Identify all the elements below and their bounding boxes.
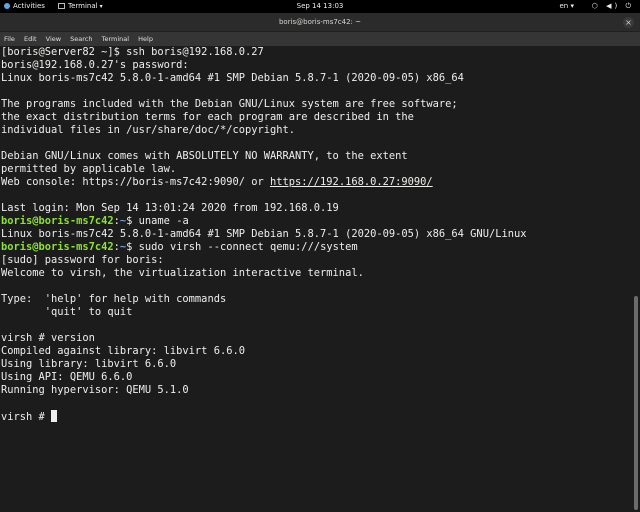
terminal-line: Running hypervisor: QEMU 5.1.0 — [1, 384, 632, 397]
terminal-line: virsh # — [1, 410, 632, 423]
scrollbar-thumb[interactable] — [634, 296, 638, 510]
keyboard-layout-indicator[interactable]: en ▾ — [560, 0, 575, 13]
web-console-link[interactable]: https://192.168.0.27:9090/ — [270, 176, 433, 188]
terminal-line: [boris@Server82 ~]$ ssh boris@192.168.0.… — [1, 46, 632, 59]
output-text: virsh # — [1, 411, 52, 423]
terminal-line: Compiled against library: libvirt 6.6.0 — [1, 345, 632, 358]
output-text: [boris@Server82 ~]$ ssh boris@192.168.0.… — [1, 46, 264, 58]
menu-bar: File Edit View Search Terminal Help — [0, 32, 640, 46]
terminal-line: [sudo] password for boris: — [1, 254, 632, 267]
terminal-line: the exact distribution terms for each pr… — [1, 111, 632, 124]
terminal-line: The programs included with the Debian GN… — [1, 98, 632, 111]
close-icon[interactable]: × — [623, 17, 634, 28]
output-text: Welcome to virsh, the virtualization int… — [1, 267, 364, 279]
terminal-line: individual files in /usr/share/doc/*/cop… — [1, 124, 632, 137]
output-text: Running hypervisor: QEMU 5.1.0 — [1, 384, 189, 396]
output-text: boris@192.168.0.27's password: — [1, 59, 189, 71]
terminal-scrollbar[interactable] — [632, 46, 640, 512]
output-text: [sudo] password for boris: — [1, 254, 164, 266]
output-text: The programs included with the Debian GN… — [1, 98, 458, 110]
output-text: individual files in /usr/share/doc/*/cop… — [1, 124, 296, 136]
terminal-line: Linux boris-ms7c42 5.8.0-1-amd64 #1 SMP … — [1, 72, 632, 85]
prompt-user-host: boris@boris-ms7c42 — [1, 241, 114, 253]
chevron-down-icon: ▾ — [570, 2, 574, 10]
menu-search[interactable]: Search — [70, 35, 92, 43]
window-title: boris@boris-ms7c42: ~ — [278, 18, 362, 26]
terminal-line: Using API: QEMU 6.6.0 — [1, 371, 632, 384]
terminal-line: permitted by applicable law. — [1, 163, 632, 176]
output-text: 'quit' to quit — [1, 306, 133, 318]
output-text: Last login: Mon Sep 14 13:01:24 2020 fro… — [1, 202, 339, 214]
output-text: Using library: libvirt 6.6.0 — [1, 358, 177, 370]
terminal-line: Debian GNU/Linux comes with ABSOLUTELY N… — [1, 150, 632, 163]
command-text: uname -a — [132, 215, 189, 227]
terminal-output[interactable]: [boris@Server82 ~]$ ssh boris@192.168.0.… — [0, 46, 632, 512]
output-text: Using API: QEMU 6.6.0 — [1, 371, 133, 383]
terminal-line: 'quit' to quit — [1, 306, 632, 319]
output-text: the exact distribution terms for each pr… — [1, 111, 414, 123]
menu-terminal[interactable]: Terminal — [102, 35, 129, 43]
clock[interactable]: Sep 14 13:03 — [0, 0, 640, 13]
text-cursor — [51, 410, 58, 422]
lang-label: en — [559, 2, 569, 10]
terminal-line: Using library: libvirt 6.6.0 — [1, 358, 632, 371]
command-text: sudo virsh --connect qemu:///system — [132, 241, 358, 253]
output-text: permitted by applicable law. — [1, 163, 177, 175]
terminal-line: Welcome to virsh, the virtualization int… — [1, 267, 632, 280]
gnome-top-bar: Activities Terminal ▾ Sep 14 13:03 en ▾ ⬡… — [0, 0, 640, 13]
terminal-line: Type: 'help' for help with commands — [1, 293, 632, 306]
menu-help[interactable]: Help — [138, 35, 153, 43]
prompt-user-host: boris@boris-ms7c42 — [1, 215, 114, 227]
output-text: Linux boris-ms7c42 5.8.0-1-amd64 #1 SMP … — [1, 228, 527, 240]
output-text: Type: 'help' for help with commands — [1, 293, 227, 305]
window-title-bar[interactable]: boris@boris-ms7c42: ~ × — [0, 13, 640, 32]
output-text: Linux boris-ms7c42 5.8.0-1-amd64 #1 SMP … — [1, 72, 464, 84]
terminal-line: Linux boris-ms7c42 5.8.0-1-amd64 #1 SMP … — [1, 228, 632, 241]
output-text: Compiled against library: libvirt 6.6.0 — [1, 345, 245, 357]
output-text: virsh # version — [1, 332, 95, 344]
system-tray[interactable]: ⬡ ◀) ⏻ — [592, 0, 634, 13]
terminal-line: boris@boris-ms7c42:~$ uname -a — [1, 215, 632, 228]
terminal-line: virsh # version — [1, 332, 632, 345]
output-text: Web console: https://boris-ms7c42:9090/ … — [1, 176, 270, 188]
menu-view[interactable]: View — [46, 35, 61, 43]
menu-edit[interactable]: Edit — [24, 35, 37, 43]
terminal-line: boris@boris-ms7c42:~$ sudo virsh --conne… — [1, 241, 632, 254]
terminal-line: Web console: https://boris-ms7c42:9090/ … — [1, 176, 632, 189]
menu-file[interactable]: File — [4, 35, 15, 43]
terminal-line: Last login: Mon Sep 14 13:01:24 2020 fro… — [1, 202, 632, 215]
terminal-line: boris@192.168.0.27's password: — [1, 59, 632, 72]
output-text: Debian GNU/Linux comes with ABSOLUTELY N… — [1, 150, 408, 162]
